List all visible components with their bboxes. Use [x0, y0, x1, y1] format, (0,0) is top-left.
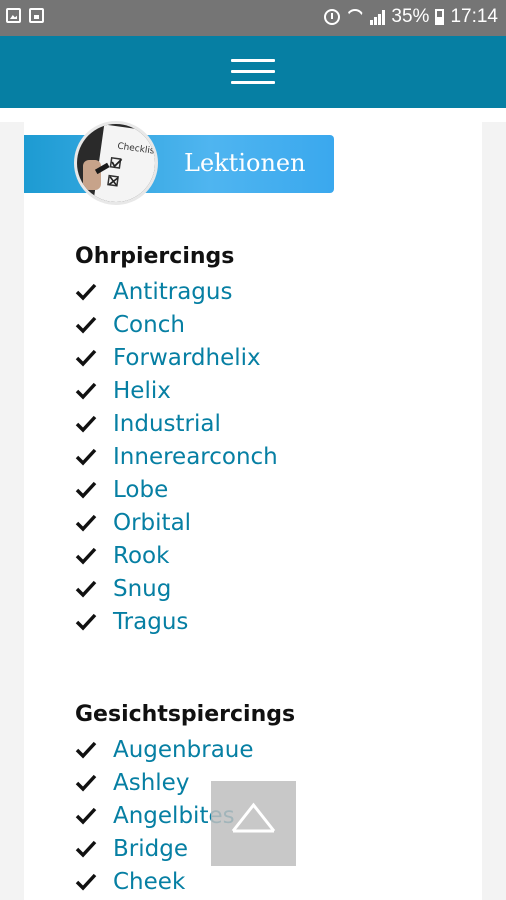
lesson-link-lobe[interactable]: Lobe	[113, 477, 168, 503]
list-item: Antitragus	[75, 275, 278, 308]
battery-percent: 35%	[391, 6, 430, 27]
check-icon	[75, 514, 97, 532]
lesson-link-bridge[interactable]: Bridge	[113, 836, 188, 862]
check-icon	[75, 481, 97, 499]
lock-icon	[29, 8, 44, 23]
checklist-image: Checklist	[74, 121, 158, 205]
list-item: Innerearconch	[75, 440, 278, 473]
lektionen-banner[interactable]: Lektionen	[24, 135, 334, 193]
lesson-link-conch[interactable]: Conch	[113, 312, 185, 338]
check-icon	[75, 840, 97, 858]
lesson-link-innerearconch[interactable]: Innerearconch	[113, 444, 278, 470]
check-icon	[75, 349, 97, 367]
check-icon	[75, 547, 97, 565]
wifi-icon	[346, 9, 364, 25]
list-item: Industrial	[75, 407, 278, 440]
lesson-link-rook[interactable]: Rook	[113, 543, 169, 569]
list-item: Augenbraue	[75, 733, 254, 766]
lesson-link-industrial[interactable]: Industrial	[113, 411, 221, 437]
list-item: Forwardhelix	[75, 341, 278, 374]
check-icon	[75, 613, 97, 631]
lesson-link-snug[interactable]: Snug	[113, 576, 171, 602]
check-icon	[75, 283, 97, 301]
status-bar: 35% 17:14	[0, 0, 506, 36]
lesson-link-helix[interactable]: Helix	[113, 378, 171, 404]
lesson-link-antitragus[interactable]: Antitragus	[113, 279, 232, 305]
list-item: Rook	[75, 539, 278, 572]
lesson-link-tragus[interactable]: Tragus	[113, 609, 188, 635]
ohrpiercings-list: Antitragus Conch Forwardhelix Helix Indu…	[75, 275, 278, 638]
content-top-spacer	[0, 108, 506, 122]
app-bar	[0, 36, 506, 108]
check-icon	[75, 807, 97, 825]
check-icon	[75, 448, 97, 466]
hamburger-menu-icon[interactable]	[231, 57, 275, 87]
alarm-icon	[324, 9, 341, 25]
battery-icon	[435, 9, 445, 25]
check-icon	[75, 774, 97, 792]
image-icon	[6, 8, 21, 23]
lesson-link-ashley[interactable]: Ashley	[113, 770, 189, 796]
list-item: Cheek	[75, 865, 254, 898]
check-icon	[75, 580, 97, 598]
section-title-gesichtspiercings: Gesichtspiercings	[75, 702, 296, 727]
clock: 17:14	[450, 6, 498, 27]
lektionen-label: Lektionen	[184, 149, 306, 177]
scroll-to-top-button[interactable]	[211, 781, 296, 866]
lesson-link-augenbraue[interactable]: Augenbraue	[113, 737, 254, 763]
check-icon	[75, 382, 97, 400]
lesson-link-cheek[interactable]: Cheek	[113, 869, 185, 895]
check-icon	[75, 741, 97, 759]
section-title-ohrpiercings: Ohrpiercings	[75, 244, 235, 269]
list-item: Lobe	[75, 473, 278, 506]
list-item: Conch	[75, 308, 278, 341]
list-item: Tragus	[75, 605, 278, 638]
chevron-up-icon	[231, 802, 276, 833]
check-icon	[75, 415, 97, 433]
check-icon	[75, 873, 97, 891]
lesson-link-forwardhelix[interactable]: Forwardhelix	[113, 345, 261, 371]
check-icon	[75, 316, 97, 334]
list-item: Snug	[75, 572, 278, 605]
lesson-link-orbital[interactable]: Orbital	[113, 510, 191, 536]
signal-icon	[370, 9, 386, 25]
list-item: Helix	[75, 374, 278, 407]
list-item: Orbital	[75, 506, 278, 539]
